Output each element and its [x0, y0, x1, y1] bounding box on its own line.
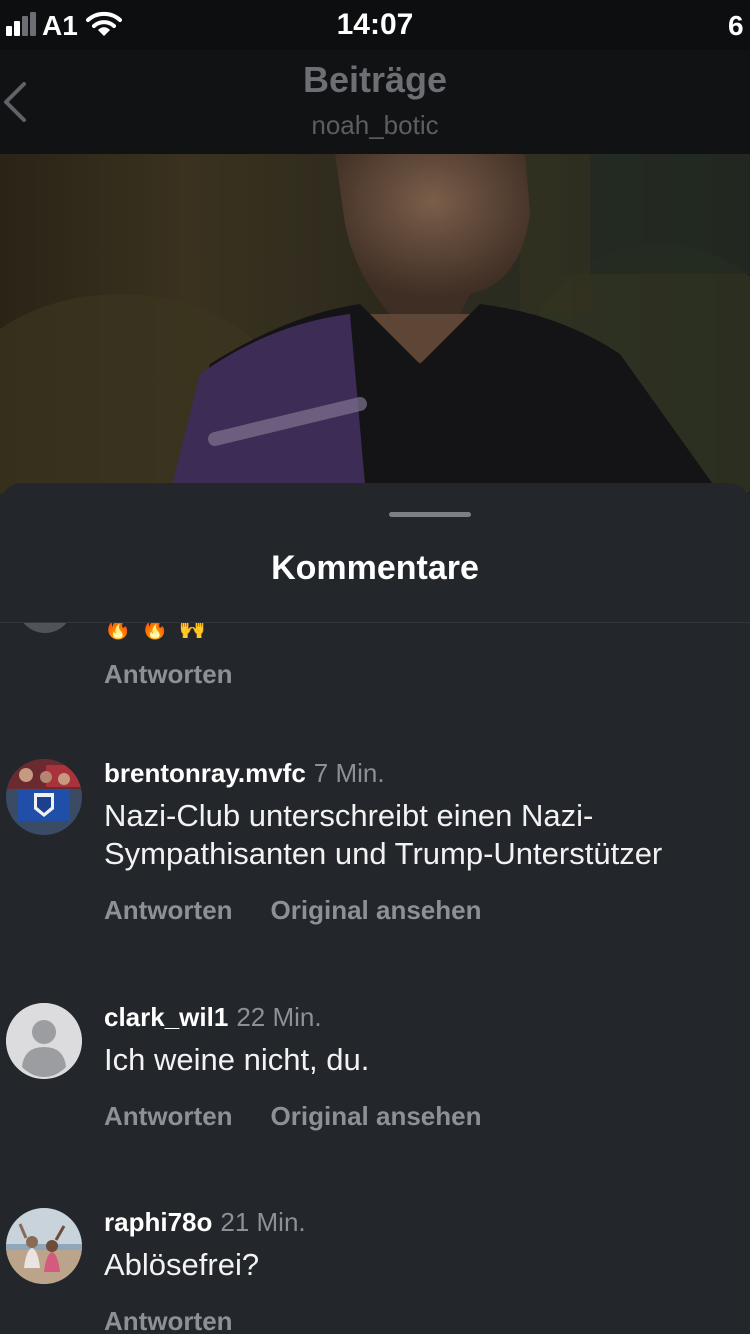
avatar-photo-icon: [6, 1208, 82, 1284]
comment-text: Nazi-Club unterschreibt einen Nazi-Sympa…: [104, 798, 663, 871]
comment-list[interactable]: 🔥🔥🙌 Antworten brentonray.mvfc 7 Min. Naz…: [0, 623, 750, 1334]
avatar[interactable]: [6, 1003, 82, 1079]
comment-content: clark_wil1 22 Min. Ich weine nicht, du. A…: [104, 1001, 744, 1132]
reply-button[interactable]: Antworten: [104, 1306, 233, 1334]
reply-button[interactable]: Antworten: [104, 1101, 233, 1131]
default-user-icon: [6, 1003, 82, 1079]
comment-text: 🔥🔥🙌: [104, 623, 217, 640]
comment-timestamp: 22 Min.: [236, 1002, 322, 1032]
posts-header: Beiträge noah_botic: [0, 50, 750, 154]
reply-button[interactable]: Antworten: [104, 895, 233, 925]
post-photo-illustration: [0, 154, 750, 494]
avatar[interactable]: [6, 1208, 82, 1284]
comment-actions: Antworten Original ansehen: [104, 1101, 744, 1132]
battery-level: 6: [728, 10, 744, 41]
comment-text: Ich weine nicht, du.: [104, 1042, 370, 1077]
sheet-title: Kommentare: [271, 549, 479, 587]
see-original-button[interactable]: Original ansehen: [271, 895, 482, 925]
sheet-drag-handle[interactable]: [389, 512, 471, 517]
avatar[interactable]: [17, 623, 73, 633]
comment-text: Ablösefrei?: [104, 1247, 260, 1282]
comment-actions: Antworten Original ansehen: [104, 895, 744, 926]
comment-timestamp: 21 Min.: [220, 1207, 306, 1237]
reply-button[interactable]: Antworten: [104, 659, 233, 690]
page-title: Beiträge: [302, 59, 448, 100]
comment-username[interactable]: clark_wil1: [104, 1002, 228, 1032]
see-original-button[interactable]: Original ansehen: [271, 1101, 482, 1131]
comment-username[interactable]: raphi78o: [104, 1207, 212, 1237]
comment-content: raphi78o 21 Min. Ablösefrei? Antworten: [104, 1206, 744, 1334]
status-bar: A1 14:07 6: [0, 0, 750, 50]
comments-sheet: Kommentare 🔥🔥🙌 Antworten brentonray.mvfc…: [0, 483, 750, 1334]
comment-username[interactable]: brentonray.mvfc: [104, 758, 306, 788]
avatar-photo-icon: [6, 759, 82, 835]
post-image[interactable]: [0, 154, 750, 494]
avatar[interactable]: [6, 759, 82, 835]
page-subtitle: noah_botic: [311, 110, 439, 140]
comment-timestamp: 7 Min.: [313, 758, 385, 788]
comment-actions: Antworten: [104, 1306, 744, 1334]
status-time: 14:07: [336, 8, 414, 41]
comment-content: brentonray.mvfc 7 Min. Nazi-Club untersch…: [104, 757, 744, 926]
